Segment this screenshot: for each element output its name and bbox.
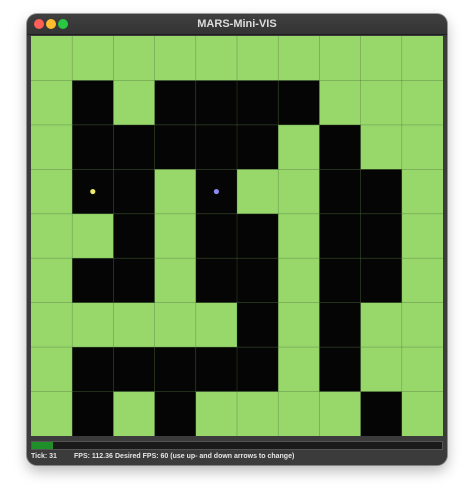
wall-cell <box>237 213 279 259</box>
wall-cell <box>154 124 196 170</box>
wall-cell <box>113 258 155 303</box>
wall-cell <box>360 169 402 214</box>
wall-cell <box>237 80 279 125</box>
wall-cell <box>237 347 279 392</box>
wall-cell <box>195 347 237 392</box>
window-title: MARS-Mini-VIS <box>197 18 277 30</box>
wall-cell <box>237 258 279 303</box>
wall-cell <box>195 213 237 259</box>
tick-label: Tick: 31 <box>31 453 57 460</box>
wall-cell <box>195 258 237 303</box>
wall-cell <box>113 347 155 392</box>
wall-cell <box>278 80 320 125</box>
wall-cell <box>319 347 361 392</box>
wall-cell <box>319 302 361 348</box>
wall-cell <box>319 258 361 303</box>
progress-fill <box>32 442 53 449</box>
progress-bar <box>31 441 443 450</box>
desired-fps-label: Desired FPS: 60 (use up- and down arrows… <box>115 453 295 460</box>
wall-cell <box>237 302 279 348</box>
wall-cell <box>195 80 237 125</box>
wall-cell <box>72 391 114 436</box>
title-bar[interactable]: MARS-Mini-VIS <box>27 14 447 35</box>
wall-cell <box>72 347 114 392</box>
status-bar: Tick: 31 FPS: 112.36 Desired FPS: 60 (us… <box>27 438 447 465</box>
wall-cell <box>319 213 361 259</box>
wall-cell <box>72 80 114 125</box>
wall-cell <box>154 80 196 125</box>
wall-cell <box>113 124 155 170</box>
agent-marker-2 <box>213 188 219 195</box>
world-grid <box>31 36 443 436</box>
wall-cell <box>72 124 114 170</box>
fps-label: FPS: 112.36 <box>74 453 113 460</box>
wall-cell <box>154 391 196 436</box>
app-window: MARS-Mini-VIS Tick: 31 FPS: 112.36 Desir… <box>27 14 447 465</box>
wall-cell <box>360 258 402 303</box>
agent-marker-1 <box>90 188 96 195</box>
simulation-viewport[interactable] <box>31 36 443 436</box>
wall-cell <box>113 169 155 214</box>
wall-cell <box>319 124 361 170</box>
wall-cell <box>319 169 361 214</box>
wall-cell <box>237 124 279 170</box>
wall-cell <box>113 213 155 259</box>
wall-cell <box>360 213 402 259</box>
wall-cell <box>72 258 114 303</box>
wall-cell <box>154 347 196 392</box>
wall-cell <box>195 124 237 170</box>
wall-cell <box>360 391 402 436</box>
